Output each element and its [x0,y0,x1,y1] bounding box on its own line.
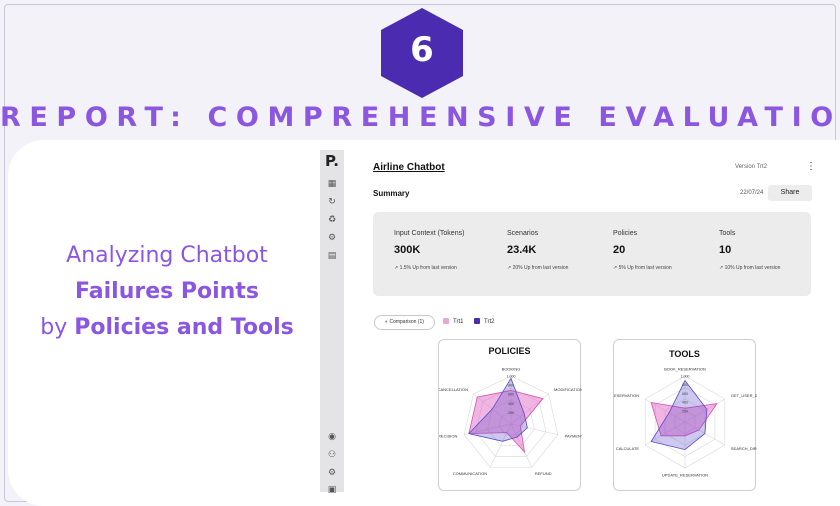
tagline-line-3: by Policies and Tools [22,310,312,346]
more-menu-icon[interactable]: ⋮ [806,161,816,172]
stat-value: 300K [394,244,421,256]
policies-radar-card: POLICIES 1,000 800 600 400 250 BOOKING MODIFIC… [438,339,582,491]
tick-label: 600 [508,393,514,397]
tagline-prefix: by [40,315,75,340]
tick-label: 800 [508,384,514,388]
axis-label: CANCEL_RESERVATION [614,393,639,398]
report-title: REPORT: COMPREHENSIVE EVALUATION [0,102,840,133]
stat-value: 23.4K [507,244,537,256]
stat-input-context: Input Context (Tokens) 300K ↗ 1.5% Up fr… [394,230,464,271]
stat-value: 10 [719,244,732,256]
stat-change: ↗ 20% Up from last version [507,265,568,271]
project-title[interactable]: Airline Chatbot [373,162,445,173]
legend-label: Trt2 [484,319,495,325]
tagline: Analyzing Chatbot Failures Points by Pol… [22,238,312,346]
tick-label: 250 [508,411,514,415]
app-sidebar: P. ▦ ↻ ♻ ⚙ ▤ ◉ ⚇ ⚙ ▣ [320,150,344,495]
axis-label: REFUND [535,471,552,476]
version-label[interactable]: Version Trt2 [735,164,767,170]
summary-heading: Summary [373,189,410,198]
tick-label: 400 [508,402,514,406]
users-icon[interactable]: ⚇ [320,450,344,460]
tick-label: 250 [682,409,688,413]
legend-swatch [443,318,449,324]
step-badge: 6 [381,8,463,98]
stat-change-text: 5% Up from last version [618,265,672,271]
bell-icon[interactable]: ◉ [320,432,344,442]
stat-policies: Policies 20 ↗ 5% Up from last version [613,230,672,271]
tick-label: 600 [682,392,688,396]
axis-label: BOOK_RESERVATION [664,367,706,372]
comparison-label: Comparison (1) [389,319,424,325]
axis-label: UPDATE_RESERVATION [662,473,708,478]
clipboard-icon[interactable]: ▤ [320,251,344,261]
gear-icon[interactable]: ⚙ [320,468,344,478]
comparison-button[interactable]: ◐ Comparison (1) [374,315,435,330]
stat-value: 20 [613,244,626,256]
app-logo[interactable]: P. [325,152,339,170]
axis-label: BOOKING [502,367,521,372]
tick-label: 1,000 [681,375,690,379]
tagline-line-2: Failures Points [75,279,259,304]
tools-radar-chart: 1,000 800 600 400 250 BOOK_RESERVATION GET_USE… [614,367,757,478]
stat-change-text: 1.5% Up from last version [399,265,457,271]
step-number: 6 [410,30,434,70]
axis-label: CANCELLATION [439,387,468,392]
trend-up-icon: ↗ [613,265,618,271]
recycle-icon[interactable]: ♻ [320,215,344,225]
stat-label: Policies [613,230,638,237]
trend-up-icon: ↗ [394,265,399,271]
legend-trt1[interactable]: Trt1 [443,318,463,325]
legend-trt2[interactable]: Trt2 [474,318,494,325]
share-button[interactable]: Share [768,185,812,201]
refresh-icon[interactable]: ↻ [320,197,344,207]
folder-icon[interactable]: ▣ [320,485,344,495]
policies-radar-chart: 1,000 800 600 400 250 BOOKING MODIFICATION PAYM… [439,367,582,477]
trend-up-icon: ↗ [507,265,512,271]
stat-tools: Tools 10 ↗ 10% Up from last version [719,230,780,271]
stat-change-text: 10% Up from last version [724,265,781,271]
legend-label: Trt1 [453,319,464,325]
tick-label: 1,000 [507,375,516,379]
stat-change-text: 20% Up from last version [512,265,569,271]
stat-change: ↗ 1.5% Up from last version [394,265,464,271]
stat-change: ↗ 10% Up from last version [719,265,780,271]
summary-date: 22/07/24 [740,190,764,196]
tick-label: 400 [682,401,688,405]
stat-change: ↗ 5% Up from last version [613,265,672,271]
settings-gear-icon[interactable]: ⚙ [320,233,344,243]
tools-radar-card: TOOLS 1,000 800 600 400 250 BOOK_RESERVATION G… [613,339,757,491]
compare-icon: ◐ [385,319,389,325]
axis-label: PRECISION [439,434,457,439]
axis-label: MODIFICATION [554,387,582,392]
tick-label: 800 [682,383,688,387]
stat-label: Tools [719,230,736,237]
tagline-bold: Policies and Tools [74,315,294,340]
chart-icon[interactable]: ▦ [320,179,344,189]
axis-label: COMMUNICATION [453,471,487,476]
axis-label: CALCULATE [616,446,640,451]
stat-label: Scenarios [507,230,539,237]
legend-swatch [474,318,480,324]
stats-panel: Input Context (Tokens) 300K ↗ 1.5% Up fr… [373,212,811,296]
tagline-line-1: Analyzing Chatbot [66,243,268,268]
axis-label: PAYMENT METHODS [565,434,582,439]
stat-label: Input Context (Tokens) [394,230,465,237]
trend-up-icon: ↗ [719,265,724,271]
axis-label: SEARCH_DIRECT_FLIGHT [731,446,757,451]
stat-scenarios: Scenarios 23.4K ↗ 20% Up from last versi… [507,230,568,271]
axis-label: GET_USER_DETAILS [731,393,757,398]
